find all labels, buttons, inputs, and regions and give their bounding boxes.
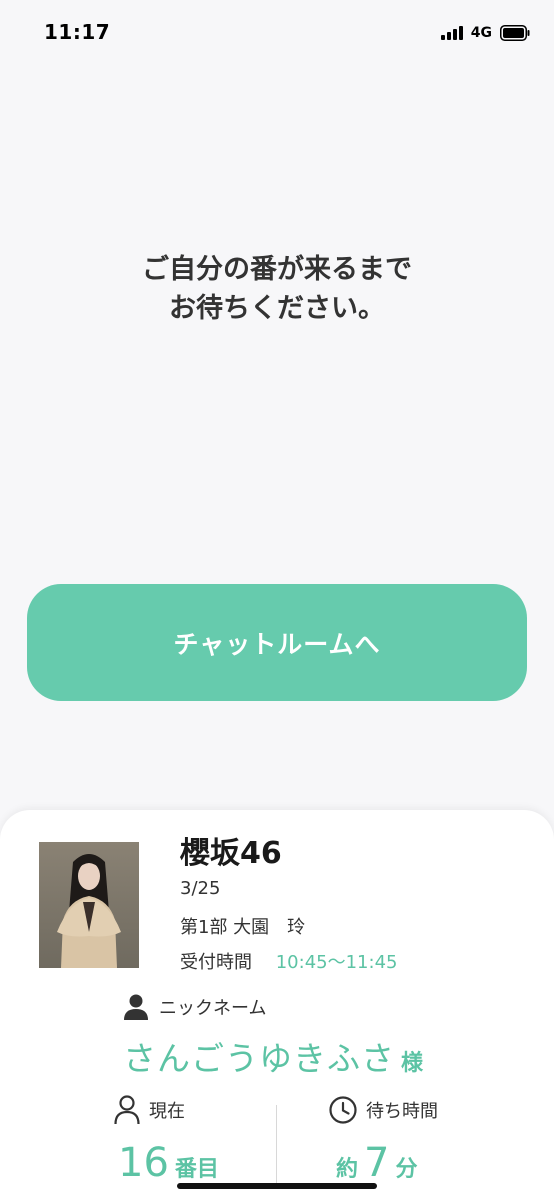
wait-message-line1: ご自分の番が来るまで: [142, 254, 412, 285]
member-photo: [39, 842, 139, 968]
current-position-label-row: 現在: [113, 1095, 185, 1125]
person-icon: [124, 994, 148, 1020]
wait-time-number: 7: [364, 1140, 390, 1186]
current-position-value: 16 番目: [118, 1140, 219, 1186]
signal-icon: [440, 26, 465, 40]
reception-row: 受付時間 10:45〜11:45: [180, 948, 397, 974]
wait-time-unit: 分: [395, 1157, 418, 1182]
event-date: 3/25: [180, 878, 221, 899]
battery-icon: [500, 25, 530, 41]
stats-divider: [276, 1105, 277, 1183]
current-position-number: 16: [118, 1140, 169, 1186]
status-bar: 11:17 4G: [0, 0, 554, 66]
event-session: 第1部 大園 玲: [180, 917, 306, 938]
status-time: 11:17: [44, 20, 111, 44]
current-position-unit: 番目: [174, 1157, 219, 1182]
person-outline-icon: [114, 1095, 140, 1125]
clock-icon: [329, 1096, 357, 1124]
member-photo-image: [39, 842, 139, 968]
network-label: 4G: [470, 25, 492, 41]
home-indicator[interactable]: [177, 1183, 377, 1189]
nickname-name: さんごうゆきふさ: [123, 1039, 395, 1078]
reception-time: 10:45〜11:45: [275, 952, 398, 973]
ticket-card: 櫻坂46 3/25 第1部 大園 玲 受付時間 10:45〜11:45 ニックネ…: [0, 810, 554, 1200]
wait-time-prefix: 約: [336, 1157, 359, 1182]
chat-room-button[interactable]: チャットルームへ: [27, 584, 527, 701]
nickname-row: ニックネーム: [123, 992, 266, 1022]
nickname-suffix: 様: [401, 1051, 424, 1076]
nickname-value: さんごうゆきふさ様: [123, 1032, 423, 1080]
wait-message-line2: お待ちください。: [169, 293, 385, 324]
status-indicators: 4G: [440, 22, 530, 44]
wait-time-label: 待ち時間: [366, 1101, 438, 1122]
wait-time-label-row: 待ち時間: [328, 1095, 438, 1125]
wait-message: ご自分の番が来るまで お待ちください。: [0, 250, 554, 328]
wait-time-value: 約7分: [336, 1140, 417, 1186]
nickname-label: ニックネーム: [159, 998, 267, 1019]
reception-label: 受付時間: [180, 952, 252, 973]
group-name: 櫻坂46: [180, 836, 282, 871]
current-position-label: 現在: [149, 1101, 185, 1122]
